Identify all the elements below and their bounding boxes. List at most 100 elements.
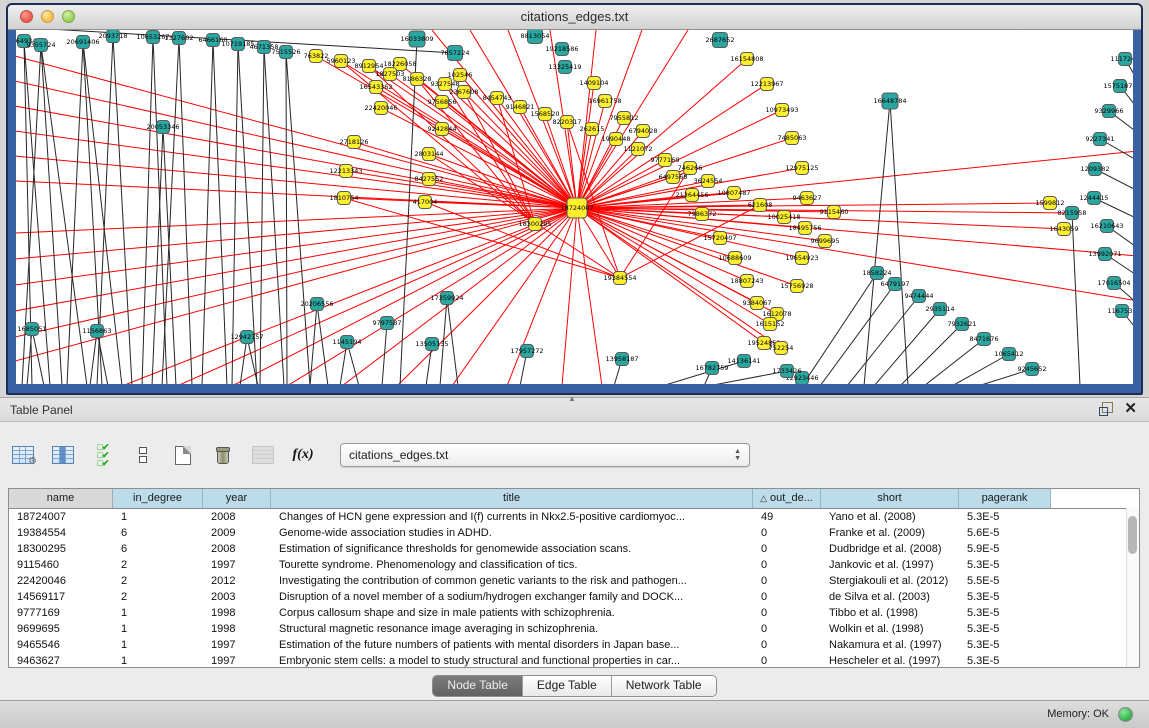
cell-out_de[interactable]: 49 [753, 509, 821, 525]
cell-in_degree[interactable]: 2 [113, 573, 203, 589]
network-node[interactable]: 15756928 [780, 280, 813, 293]
cell-name[interactable]: 18300295 [9, 541, 113, 557]
table-row[interactable]: 2242004622012Investigating the contribut… [9, 573, 1139, 589]
cell-name[interactable]: 9777169 [9, 605, 113, 621]
network-node[interactable]: 2093718 [99, 30, 128, 43]
cell-name[interactable]: 9115460 [9, 557, 113, 573]
network-node[interactable]: 15751874 [1103, 80, 1133, 93]
network-node[interactable]: 13325419 [548, 61, 581, 74]
cell-year[interactable]: 2008 [203, 541, 271, 557]
network-node[interactable]: 19384554 [603, 272, 636, 285]
delete-column-button[interactable] [210, 442, 236, 468]
network-node[interactable]: 17016504 [1097, 277, 1130, 290]
cell-short[interactable]: Franke et al. (2009) [821, 525, 959, 541]
network-node[interactable]: 5960123 [327, 55, 356, 68]
table-row[interactable]: 946362711997Embryonic stem cells: a mode… [9, 653, 1139, 668]
network-node[interactable]: 1145194 [333, 336, 362, 349]
cell-title[interactable]: Genome-wide association studies in ADHD. [271, 525, 753, 541]
cell-name[interactable]: 18724007 [9, 509, 113, 525]
cell-out_de[interactable]: 0 [753, 525, 821, 541]
network-node[interactable]: 22420046 [364, 102, 397, 115]
network-node[interactable]: 20691406 [66, 36, 99, 49]
tab-network-table[interactable]: Network Table [612, 676, 716, 696]
cell-pagerank[interactable]: 5.3E-5 [959, 605, 1051, 621]
network-node[interactable]: 2367608 [450, 86, 479, 99]
cell-in_degree[interactable]: 1 [113, 653, 203, 668]
network-node[interactable]: 16543362 [359, 81, 392, 94]
cell-out_de[interactable]: 0 [753, 653, 821, 668]
cell-in_degree[interactable]: 2 [113, 589, 203, 605]
column-header-out_de[interactable]: △out_de... [753, 489, 821, 508]
cell-short[interactable]: Tibbo et al. (1998) [821, 605, 959, 621]
cell-out_de[interactable]: 0 [753, 541, 821, 557]
cell-year[interactable]: 1998 [203, 605, 271, 621]
cell-pagerank[interactable]: 5.3E-5 [959, 557, 1051, 573]
cell-in_degree[interactable]: 2 [113, 557, 203, 573]
network-node[interactable]: 1327602 [165, 32, 194, 45]
network-node[interactable]: 1810754 [330, 192, 359, 205]
column-visibility-button[interactable] [50, 442, 76, 468]
cell-short[interactable]: Hescheler et al. (1997) [821, 653, 959, 668]
network-node[interactable]: 8471676 [970, 333, 999, 346]
cell-year[interactable]: 1997 [203, 653, 271, 668]
network-node[interactable]: 1827503 [376, 68, 405, 81]
network-node[interactable]: 12975125 [785, 162, 818, 175]
network-node[interactable]: 13958187 [605, 353, 638, 366]
network-node[interactable]: 1599812 [1036, 197, 1065, 210]
network-node[interactable]: 3624554 [694, 175, 723, 188]
scrollbar-thumb[interactable] [1128, 516, 1137, 554]
cell-pagerank[interactable]: 5.5E-5 [959, 573, 1051, 589]
column-header-in_degree[interactable]: in_degree [113, 489, 203, 508]
network-node[interactable]: 1209382 [1081, 163, 1110, 176]
cell-title[interactable]: Investigating the contribution of common… [271, 573, 753, 589]
cell-name[interactable]: 22420046 [9, 573, 113, 589]
network-node[interactable]: 8215958 [1058, 207, 1087, 220]
network-node[interactable]: 8186328 [403, 73, 432, 86]
function-builder-button[interactable]: f(x) [290, 442, 316, 468]
cell-title[interactable]: Tourette syndrome. Phenomenology and cla… [271, 557, 753, 573]
network-node[interactable]: 8813054 [521, 30, 550, 44]
network-node[interactable]: 9463627 [793, 192, 822, 205]
network-node[interactable]: 9329966 [1095, 105, 1124, 118]
cell-pagerank[interactable]: 5.9E-5 [959, 541, 1051, 557]
cell-in_degree[interactable]: 6 [113, 541, 203, 557]
cell-out_de[interactable]: 0 [753, 637, 821, 653]
cell-out_de[interactable]: 0 [753, 621, 821, 637]
network-node[interactable]: 6794028 [629, 125, 658, 138]
tab-node-table[interactable]: Node Table [433, 676, 523, 696]
network-node[interactable]: 16210643 [1090, 220, 1123, 233]
cell-year[interactable]: 1997 [203, 637, 271, 653]
cell-short[interactable]: Wolkin et al. (1998) [821, 621, 959, 637]
table-row[interactable]: 977716911998Corpus callosum shape and si… [9, 605, 1139, 621]
network-node[interactable]: 13992071 [1088, 248, 1121, 261]
cell-year[interactable]: 2008 [203, 509, 271, 525]
network-node[interactable]: 1990448 [602, 133, 631, 146]
network-canvas[interactable]: 1872400776382259601238912954182260581827… [16, 30, 1133, 384]
network-node[interactable]: 20206556 [300, 298, 333, 311]
cell-title[interactable]: Structural magnetic resonance image aver… [271, 621, 753, 637]
network-node[interactable]: 1685051 [18, 323, 47, 336]
network-node[interactable]: 14136141 [727, 355, 760, 368]
cell-name[interactable]: 9465546 [9, 637, 113, 653]
network-node[interactable]: 9474444 [905, 290, 934, 303]
cell-year[interactable]: 2012 [203, 573, 271, 589]
network-node[interactable]: 10688609 [718, 252, 751, 265]
network-node[interactable]: 21364456 [675, 189, 708, 202]
network-node[interactable]: 1167533 [1108, 305, 1133, 318]
network-node[interactable]: 17957272 [510, 345, 543, 358]
cell-name[interactable]: 9463627 [9, 653, 113, 668]
network-node[interactable]: 7932621 [948, 318, 977, 331]
network-node[interactable]: 1117243 [1111, 53, 1133, 66]
cell-out_de[interactable]: 0 [753, 557, 821, 573]
network-node[interactable]: 262615 [580, 123, 605, 136]
network-node[interactable]: 1121072 [624, 143, 653, 156]
table-row[interactable]: 946554611997Estimation of the future num… [9, 637, 1139, 653]
cell-name[interactable]: 19384554 [9, 525, 113, 541]
network-node[interactable]: 19218586 [545, 43, 578, 56]
cell-out_de[interactable]: 0 [753, 573, 821, 589]
network-node[interactable]: 12213343 [329, 165, 362, 178]
cell-in_degree[interactable]: 6 [113, 525, 203, 541]
cell-pagerank[interactable]: 5.3E-5 [959, 509, 1051, 525]
table-row[interactable]: 1830029562008Estimation of significance … [9, 541, 1139, 557]
network-node[interactable]: 7955812 [610, 112, 639, 125]
